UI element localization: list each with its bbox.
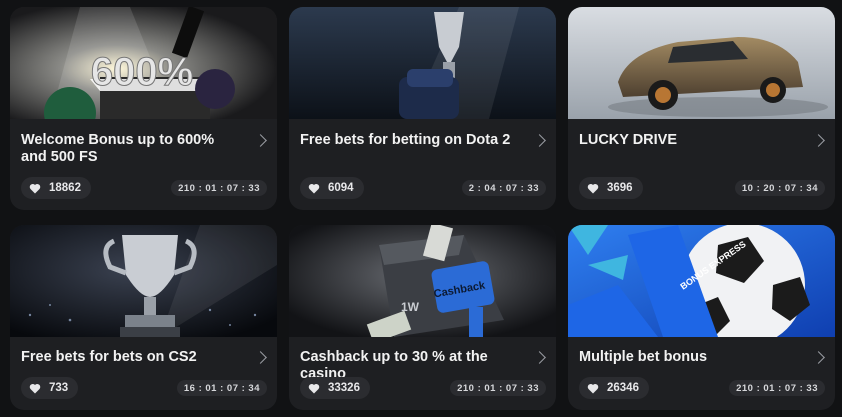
chevron-right-icon[interactable] xyxy=(812,134,825,147)
promo-card-cashback[interactable]: Cashback 1W Cashback up to 30 % at the c… xyxy=(289,225,556,410)
promo-banner-image xyxy=(10,225,277,337)
heart-icon xyxy=(308,383,320,393)
promo-banner-image xyxy=(568,7,835,119)
like-button[interactable]: 18862 xyxy=(21,177,91,199)
banner-600-text: 600% xyxy=(91,50,193,94)
countdown-timer: 2 : 04 : 07 : 33 xyxy=(461,180,546,196)
promo-title: LUCKY DRIVE xyxy=(579,132,678,148)
promo-banner-image: 600% xyxy=(10,7,277,119)
promo-banner-image: BONUS EXPRESS xyxy=(568,225,835,337)
like-button[interactable]: 26346 xyxy=(579,377,649,399)
chevron-right-icon[interactable] xyxy=(533,351,546,364)
promo-grid: 600% Welcome Bonus up to 600% and 500 FS… xyxy=(10,7,835,410)
promo-card-multiple-bet[interactable]: BONUS EXPRESS Multiple bet bonus 26346 2… xyxy=(568,225,835,410)
like-button[interactable]: 33326 xyxy=(300,377,370,399)
countdown-timer: 210 : 01 : 07 : 33 xyxy=(450,380,546,396)
promo-title: Multiple bet bonus xyxy=(579,349,708,365)
promo-card-lucky-drive[interactable]: LUCKY DRIVE 3696 10 : 20 : 07 : 34 xyxy=(568,7,835,210)
promo-card-welcome-bonus[interactable]: 600% Welcome Bonus up to 600% and 500 FS… xyxy=(10,7,277,210)
promo-title: Free bets for betting on Dota 2 xyxy=(300,132,511,148)
heart-icon xyxy=(29,183,41,193)
promo-card-cs2[interactable]: Free bets for bets on CS2 733 16 : 01 : … xyxy=(10,225,277,410)
heart-icon xyxy=(587,383,599,393)
heart-icon xyxy=(587,183,599,193)
countdown-timer: 210 : 01 : 07 : 33 xyxy=(729,380,825,396)
heart-icon xyxy=(29,383,41,393)
chevron-right-icon[interactable] xyxy=(254,351,267,364)
promo-title: Free bets for bets on CS2 xyxy=(21,349,197,365)
like-count: 33326 xyxy=(328,382,360,394)
countdown-timer: 210 : 01 : 07 : 33 xyxy=(171,180,267,196)
like-button[interactable]: 733 xyxy=(21,377,79,399)
promo-title: Welcome Bonus up to 600% and 500 FS xyxy=(21,132,215,165)
like-button[interactable]: 6094 xyxy=(300,177,364,199)
like-count: 733 xyxy=(49,382,69,394)
like-button[interactable]: 3696 xyxy=(579,177,643,199)
like-count: 6094 xyxy=(328,182,354,194)
countdown-timer: 16 : 01 : 07 : 34 xyxy=(176,380,267,396)
promo-banner-image xyxy=(289,7,556,119)
chevron-right-icon[interactable] xyxy=(533,134,546,147)
promo-banner-image: Cashback 1W xyxy=(289,225,556,337)
like-count: 3696 xyxy=(607,182,633,194)
promo-card-dota2[interactable]: Free bets for betting on Dota 2 6094 2 :… xyxy=(289,7,556,210)
chevron-right-icon[interactable] xyxy=(812,351,825,364)
countdown-timer: 10 : 20 : 07 : 34 xyxy=(734,180,825,196)
like-count: 18862 xyxy=(49,182,81,194)
heart-icon xyxy=(308,183,320,193)
like-count: 26346 xyxy=(607,382,639,394)
chevron-right-icon[interactable] xyxy=(254,134,267,147)
